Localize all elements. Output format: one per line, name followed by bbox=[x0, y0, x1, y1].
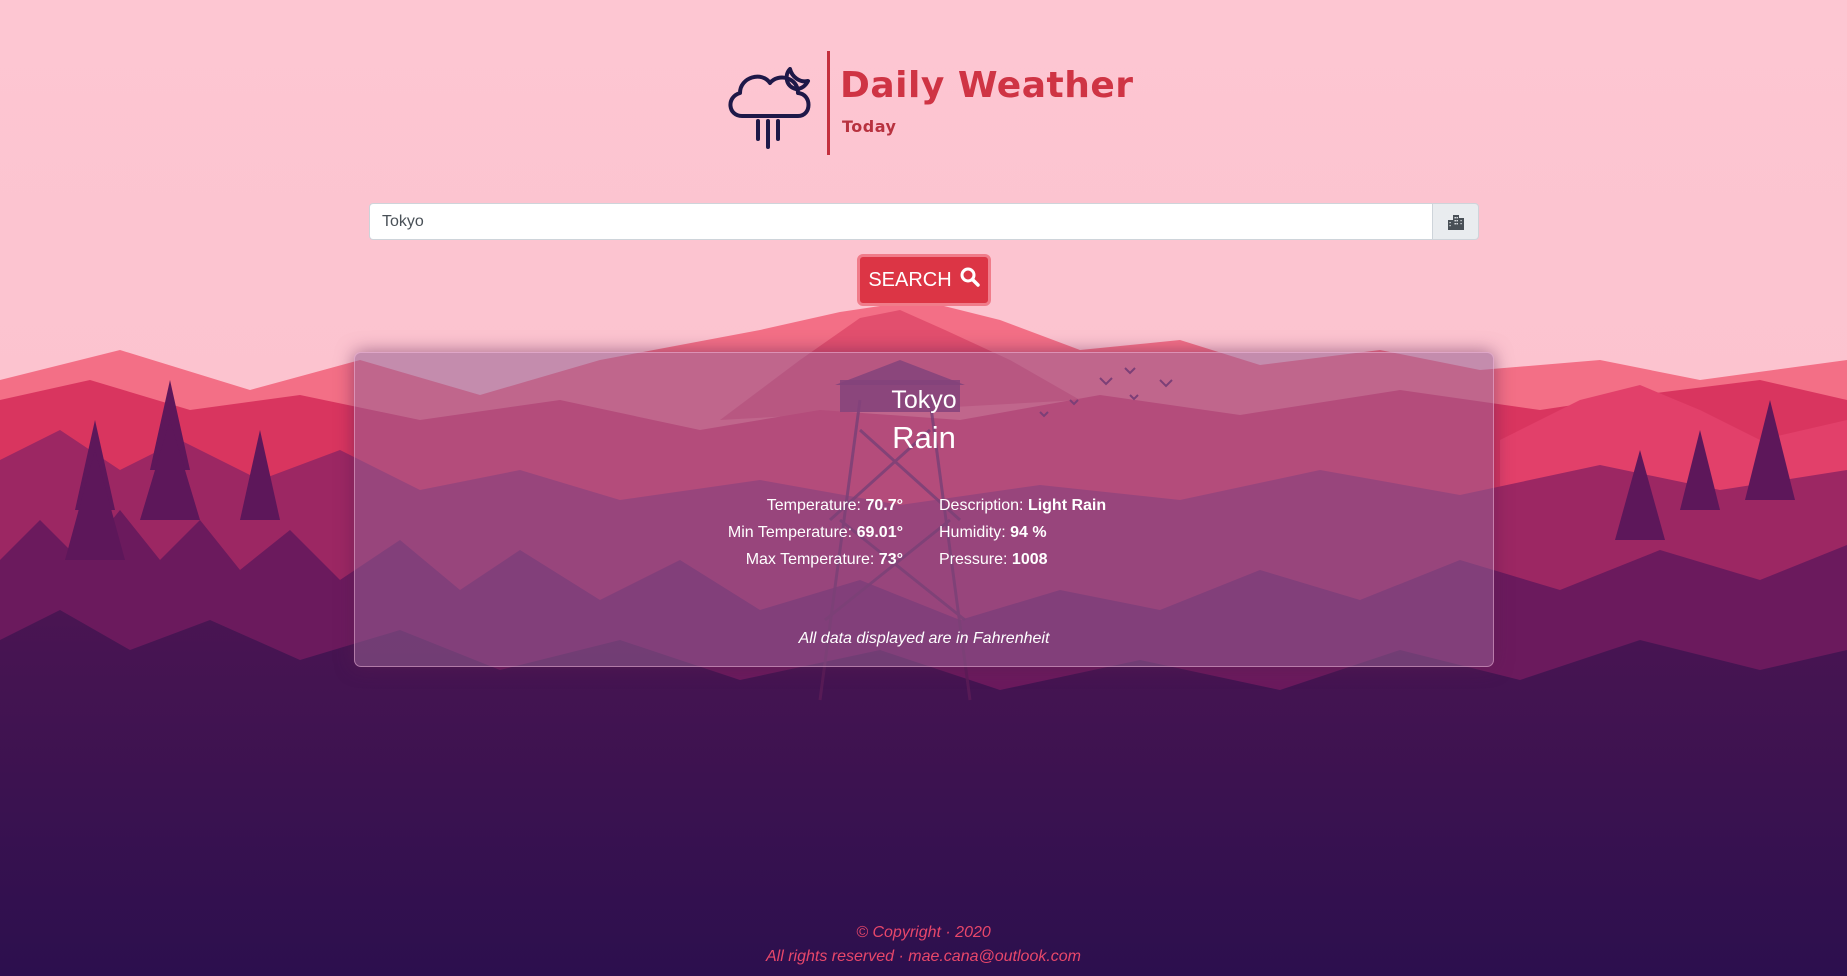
brand-logo[interactable]: Daily Weather Today bbox=[722, 51, 1133, 155]
stat-label: Humidity: bbox=[939, 524, 1006, 541]
city-icon bbox=[1432, 203, 1479, 240]
stat-description: Description: Light Rain bbox=[939, 497, 1106, 515]
stat-label: Max Temperature: bbox=[745, 551, 875, 568]
weather-condition: Rain bbox=[892, 420, 956, 455]
footer-contact: All rights reserved · mae.cana@outlook.c… bbox=[765, 948, 1082, 965]
stat-temperature: Temperature: 70.7° bbox=[767, 497, 903, 515]
search-input[interactable] bbox=[369, 203, 1432, 240]
stat-label: Min Temperature: bbox=[727, 524, 853, 541]
brand-subtitle: Today bbox=[842, 117, 897, 136]
search-group bbox=[369, 203, 1479, 240]
stat-value: 69.01° bbox=[856, 524, 903, 541]
footer-copyright: © Copyright · 2020 bbox=[856, 924, 991, 941]
stat-label: Temperature: bbox=[766, 497, 861, 514]
brand-title: Daily Weather bbox=[840, 65, 1134, 106]
stat-label: Pressure: bbox=[939, 551, 1008, 568]
stat-row: Min Temperature: 69.01° Humidity: 94 % bbox=[355, 524, 1493, 551]
stat-value: Light Rain bbox=[1027, 497, 1107, 514]
weather-city: Tokyo bbox=[891, 386, 957, 414]
stat-max-temperature: Max Temperature: 73° bbox=[746, 551, 903, 569]
stat-label: Description: bbox=[939, 497, 1024, 514]
stat-row: Temperature: 70.7° Description: Light Ra… bbox=[355, 497, 1493, 524]
stat-value: 73° bbox=[878, 551, 903, 568]
stat-min-temperature: Min Temperature: 69.01° bbox=[728, 524, 903, 542]
stat-value: 94 % bbox=[1010, 524, 1047, 541]
search-button-label: SEARCH bbox=[868, 268, 952, 291]
search-icon bbox=[960, 267, 980, 293]
stat-value: 1008 bbox=[1011, 551, 1048, 568]
footer: © Copyright · 2020 All rights reserved ·… bbox=[0, 921, 1847, 969]
stat-pressure: Pressure: 1008 bbox=[939, 551, 1048, 569]
stat-humidity: Humidity: 94 % bbox=[939, 524, 1047, 542]
cloud-moon-rain-icon bbox=[722, 61, 818, 151]
stat-value: 70.7° bbox=[865, 497, 903, 514]
weather-stats: Temperature: 70.7° Description: Light Ra… bbox=[355, 497, 1493, 578]
units-note: All data displayed are in Fahrenheit bbox=[798, 630, 1050, 647]
stat-row: Max Temperature: 73° Pressure: 1008 bbox=[355, 551, 1493, 578]
search-button[interactable]: SEARCH bbox=[857, 254, 991, 306]
weather-card: Tokyo Rain Temperature: 70.7° Descriptio… bbox=[354, 352, 1494, 667]
logo-divider bbox=[827, 51, 830, 155]
